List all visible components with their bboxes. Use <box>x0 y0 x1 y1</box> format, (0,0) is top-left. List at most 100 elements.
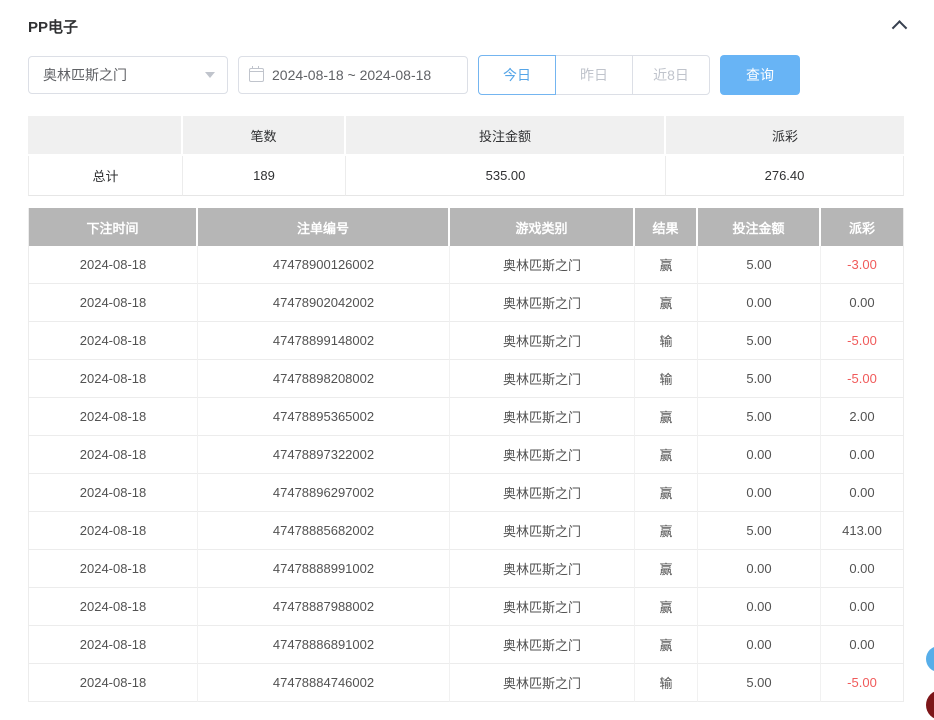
table-row: 2024-08-1847478887988002奥林匹斯之门赢0.000.00 <box>29 588 903 626</box>
result-cell: 赢 <box>635 284 698 322</box>
result-cell: 输 <box>635 322 698 360</box>
quick-range-button-近8日[interactable]: 近8日 <box>632 55 710 95</box>
bet-time-cell: 2024-08-18 <box>29 322 198 360</box>
payout-cell: -5.00 <box>821 664 903 702</box>
result-cell: 赢 <box>635 474 698 512</box>
table-row: 2024-08-1847478900126002奥林匹斯之门赢5.00-3.00 <box>29 246 903 284</box>
bet-time-cell: 2024-08-18 <box>29 398 198 436</box>
bet-number-cell: 47478885682002 <box>198 512 450 550</box>
summary-header-row: 笔数 投注金额 派彩 <box>28 116 904 156</box>
game-type-cell: 奥林匹斯之门 <box>450 626 635 664</box>
summary-header-blank <box>28 116 183 156</box>
table-row: 2024-08-1847478898208002奥林匹斯之门输5.00-5.00 <box>29 360 903 398</box>
bet-time-cell: 2024-08-18 <box>29 246 198 284</box>
bet-number-cell: 47478896297002 <box>198 474 450 512</box>
bet-amount-cell: 5.00 <box>698 398 821 436</box>
game-select[interactable]: 奥林匹斯之门 <box>28 56 228 94</box>
bet-records-table: 下注时间注单编号游戏类别结果投注金额派彩 2024-08-18474789001… <box>28 208 904 702</box>
result-cell: 输 <box>635 664 698 702</box>
table-row: 2024-08-1847478896297002奥林匹斯之门赢0.000.00 <box>29 474 903 512</box>
table-row: 2024-08-1847478895365002奥林匹斯之门赢5.002.00 <box>29 398 903 436</box>
bet-time-cell: 2024-08-18 <box>29 284 198 322</box>
column-header-result: 结果 <box>635 208 698 246</box>
query-button[interactable]: 查询 <box>720 55 800 95</box>
payout-cell: -3.00 <box>821 246 903 284</box>
quick-range-group: 今日昨日近8日 <box>478 55 710 95</box>
game-type-cell: 奥林匹斯之门 <box>450 550 635 588</box>
table-row: 2024-08-1847478888991002奥林匹斯之门赢0.000.00 <box>29 550 903 588</box>
game-type-cell: 奥林匹斯之门 <box>450 436 635 474</box>
summary-header-bet-amount: 投注金额 <box>346 116 666 156</box>
game-type-cell: 奥林匹斯之门 <box>450 360 635 398</box>
bet-number-cell: 47478902042002 <box>198 284 450 322</box>
bet-amount-cell: 0.00 <box>698 436 821 474</box>
game-select-value: 奥林匹斯之门 <box>43 65 127 85</box>
column-header-bet-time: 下注时间 <box>29 208 198 246</box>
game-type-cell: 奥林匹斯之门 <box>450 664 635 702</box>
bet-time-cell: 2024-08-18 <box>29 588 198 626</box>
quick-range-button-今日[interactable]: 今日 <box>478 55 556 95</box>
payout-cell: -5.00 <box>821 360 903 398</box>
payout-cell: -5.00 <box>821 322 903 360</box>
chevron-up-icon <box>891 20 907 36</box>
table-row: 2024-08-1847478885682002奥林匹斯之门赢5.00413.0… <box>29 512 903 550</box>
bet-amount-cell: 0.00 <box>698 626 821 664</box>
bet-time-cell: 2024-08-18 <box>29 512 198 550</box>
summary-header-count: 笔数 <box>183 116 346 156</box>
quick-range-button-昨日[interactable]: 昨日 <box>555 55 633 95</box>
table-row: 2024-08-1847478899148002奥林匹斯之门输5.00-5.00 <box>29 322 903 360</box>
bet-amount-cell: 5.00 <box>698 322 821 360</box>
game-type-cell: 奥林匹斯之门 <box>450 284 635 322</box>
collapse-button[interactable] <box>888 15 910 37</box>
payout-cell: 0.00 <box>821 550 903 588</box>
game-type-cell: 奥林匹斯之门 <box>450 398 635 436</box>
table-header-row: 下注时间注单编号游戏类别结果投注金额派彩 <box>29 208 903 246</box>
payout-cell: 2.00 <box>821 398 903 436</box>
floating-service-button[interactable] <box>926 646 934 672</box>
payout-cell: 413.00 <box>821 512 903 550</box>
summary-total-row: 总计 189 535.00 276.40 <box>28 156 904 196</box>
column-header-bet-number: 注单编号 <box>198 208 450 246</box>
summary-header-payout: 派彩 <box>666 116 904 156</box>
game-type-cell: 奥林匹斯之门 <box>450 322 635 360</box>
result-cell: 赢 <box>635 550 698 588</box>
table-row: 2024-08-1847478884746002奥林匹斯之门输5.00-5.00 <box>29 664 903 702</box>
table-row: 2024-08-1847478902042002奥林匹斯之门赢0.000.00 <box>29 284 903 322</box>
bet-number-cell: 47478897322002 <box>198 436 450 474</box>
bet-number-cell: 47478887988002 <box>198 588 450 626</box>
panel-header: PP电子 <box>0 0 934 38</box>
summary-total-label: 总计 <box>28 156 183 196</box>
bet-time-cell: 2024-08-18 <box>29 436 198 474</box>
payout-cell: 0.00 <box>821 284 903 322</box>
floating-action-button[interactable] <box>926 690 934 720</box>
summary-total-bet-amount: 535.00 <box>346 156 666 196</box>
payout-cell: 0.00 <box>821 474 903 512</box>
column-header-game-type: 游戏类别 <box>450 208 635 246</box>
chevron-down-icon <box>205 72 215 83</box>
bet-number-cell: 47478886891002 <box>198 626 450 664</box>
column-header-payout: 派彩 <box>821 208 903 246</box>
bet-time-cell: 2024-08-18 <box>29 626 198 664</box>
date-range-value: 2024-08-18 ~ 2024-08-18 <box>272 67 431 83</box>
summary-total-count: 189 <box>183 156 346 196</box>
bet-amount-cell: 0.00 <box>698 550 821 588</box>
date-range-input[interactable]: 2024-08-18 ~ 2024-08-18 <box>238 56 468 94</box>
bet-number-cell: 47478900126002 <box>198 246 450 284</box>
bet-amount-cell: 5.00 <box>698 512 821 550</box>
bet-amount-cell: 5.00 <box>698 246 821 284</box>
game-type-cell: 奥林匹斯之门 <box>450 246 635 284</box>
bet-time-cell: 2024-08-18 <box>29 474 198 512</box>
game-type-cell: 奥林匹斯之门 <box>450 474 635 512</box>
result-cell: 赢 <box>635 246 698 284</box>
result-cell: 赢 <box>635 626 698 664</box>
bet-time-cell: 2024-08-18 <box>29 360 198 398</box>
bet-amount-cell: 0.00 <box>698 284 821 322</box>
bet-amount-cell: 0.00 <box>698 588 821 626</box>
payout-cell: 0.00 <box>821 588 903 626</box>
bet-time-cell: 2024-08-18 <box>29 664 198 702</box>
result-cell: 赢 <box>635 398 698 436</box>
bet-time-cell: 2024-08-18 <box>29 550 198 588</box>
table-row: 2024-08-1847478886891002奥林匹斯之门赢0.000.00 <box>29 626 903 664</box>
bet-amount-cell: 5.00 <box>698 360 821 398</box>
game-type-cell: 奥林匹斯之门 <box>450 512 635 550</box>
